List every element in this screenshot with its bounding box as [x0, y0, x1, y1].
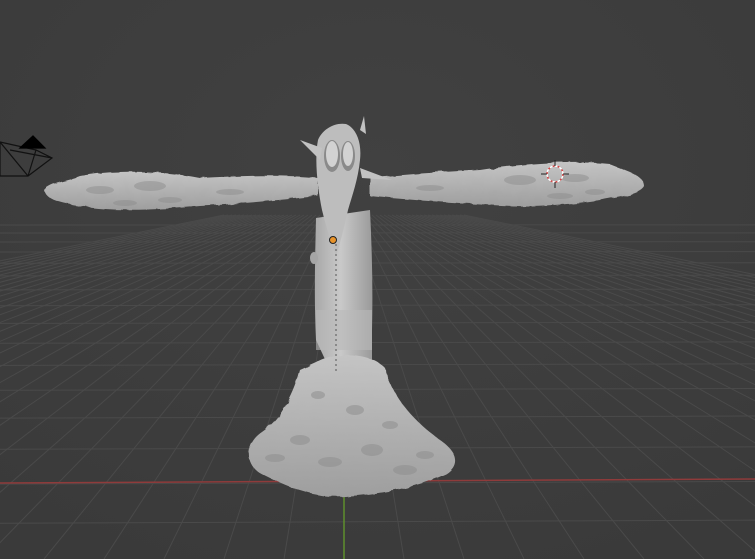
object-origin-icon[interactable]: [329, 236, 337, 244]
model-side-nub: [310, 252, 318, 264]
model-right-eye-inner: [343, 142, 353, 166]
model-left-eye-inner: [326, 141, 338, 167]
3d-viewport[interactable]: [0, 0, 755, 559]
viewport-canvas[interactable]: [0, 0, 755, 559]
grid-line-horizontal: [0, 274, 755, 277]
model-torso-band: [316, 310, 372, 350]
